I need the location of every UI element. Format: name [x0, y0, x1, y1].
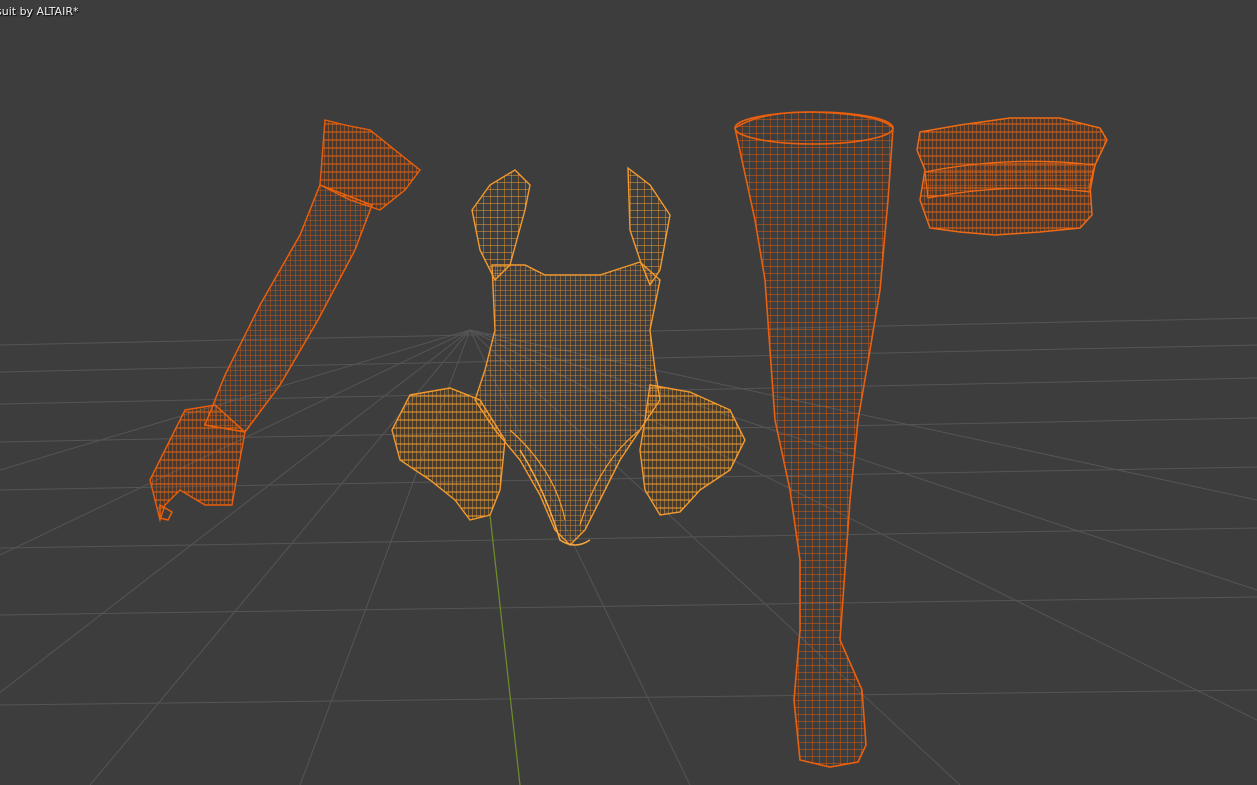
viewport-scene[interactable]	[0, 0, 1257, 785]
stocking-mesh[interactable]	[734, 111, 894, 768]
y-axis-line	[489, 514, 521, 785]
3d-viewport[interactable]: suit by ALTAIR*	[0, 0, 1257, 785]
sleeve-mesh[interactable]	[149, 119, 421, 523]
viewport-overlay-text: suit by ALTAIR*	[0, 5, 79, 18]
garter-mesh[interactable]	[916, 117, 1108, 236]
bodysuit-mesh[interactable]	[391, 166, 746, 546]
